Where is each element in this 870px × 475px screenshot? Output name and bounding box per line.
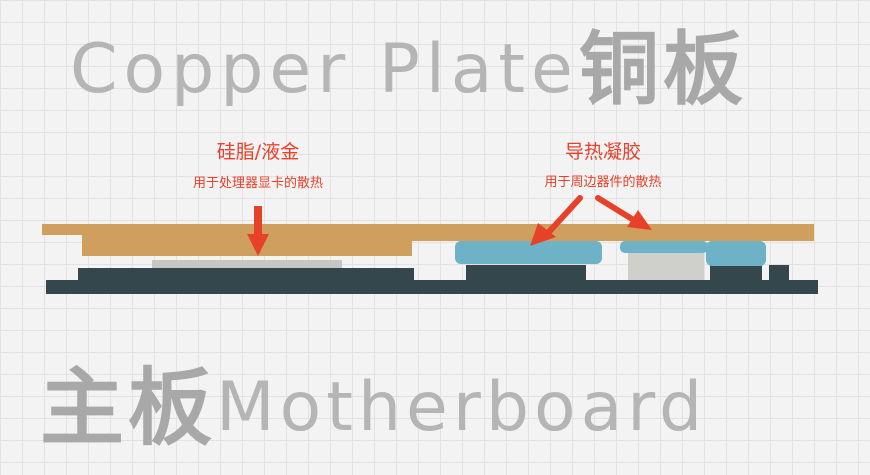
- component-left-base: [466, 265, 586, 280]
- processor-die-base: [78, 268, 414, 280]
- cross-section-diagram: [42, 195, 818, 294]
- processor-chip: [152, 260, 342, 268]
- small-component: [769, 265, 789, 280]
- thermal-gel-pad-middle: [620, 241, 708, 253]
- motherboard-pcb: [46, 280, 818, 294]
- thermal-gel-pad-left: [455, 241, 602, 264]
- thermal-gel-pad-right: [706, 241, 766, 266]
- component-right-base: [710, 265, 762, 280]
- component-middle: [628, 252, 704, 280]
